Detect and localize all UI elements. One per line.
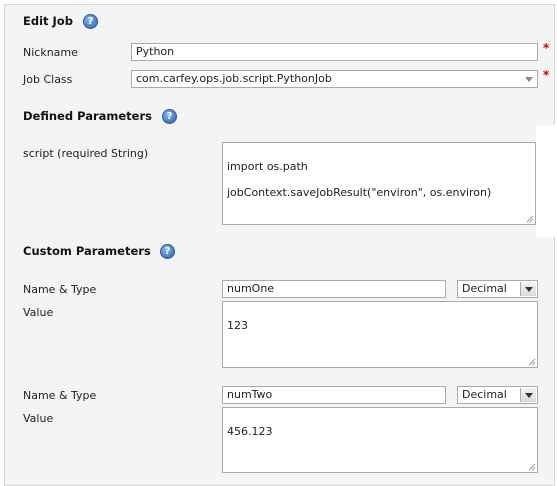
resize-grip-icon[interactable]: [528, 358, 536, 366]
nickname-label: Nickname: [23, 46, 78, 59]
value-label: Value: [23, 306, 54, 319]
script-label: script (required String): [23, 147, 149, 160]
param-value-textarea[interactable]: 456.123: [222, 407, 538, 473]
param-type-value: Decimal: [462, 388, 507, 401]
param-type-value: Decimal: [462, 282, 507, 295]
param-name-input[interactable]: numTwo: [222, 386, 446, 404]
param-type-select[interactable]: Decimal: [457, 386, 538, 404]
value-label: Value: [23, 412, 54, 425]
chevron-down-icon[interactable]: [520, 388, 536, 402]
edit-job-title: Edit Job: [23, 14, 73, 28]
custom-parameters-title: Custom Parameters: [23, 244, 151, 258]
help-icon[interactable]: ?: [83, 14, 98, 29]
resize-grip-icon[interactable]: [526, 215, 534, 223]
nickname-input[interactable]: Python: [131, 43, 538, 61]
panel-edge: [536, 125, 557, 237]
job-class-label: Job Class: [23, 73, 73, 86]
script-text: import os.path jobContext.saveJobResult(…: [227, 160, 492, 199]
param-value-text: 123: [227, 319, 248, 332]
job-class-value: com.carfey.ops.job.script.PythonJob: [136, 72, 332, 85]
param-type-select[interactable]: Decimal: [457, 280, 538, 298]
job-class-combobox[interactable]: com.carfey.ops.job.script.PythonJob: [131, 70, 538, 88]
name-type-label: Name & Type: [23, 283, 97, 296]
resize-grip-icon[interactable]: [528, 463, 536, 471]
script-textarea[interactable]: import os.path jobContext.saveJobResult(…: [222, 142, 536, 225]
chevron-down-icon[interactable]: [520, 282, 536, 296]
param-name-input[interactable]: numOne: [222, 280, 446, 298]
help-icon[interactable]: ?: [160, 244, 175, 259]
required-marker: *: [543, 41, 550, 55]
param-value-text: 456.123: [227, 425, 273, 438]
param-value-textarea[interactable]: 123: [222, 301, 538, 368]
chevron-down-icon[interactable]: [525, 77, 533, 82]
required-marker: *: [543, 68, 550, 82]
defined-parameters-title: Defined Parameters: [23, 109, 152, 123]
help-icon[interactable]: ?: [162, 109, 177, 124]
name-type-label: Name & Type: [23, 389, 97, 402]
